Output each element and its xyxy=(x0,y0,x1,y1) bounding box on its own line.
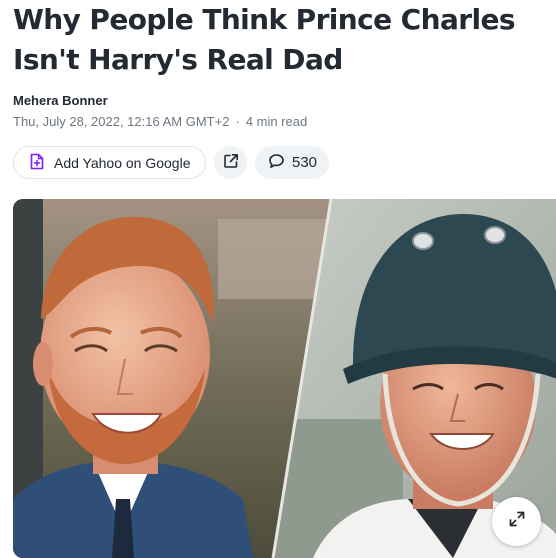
article-hero-image[interactable] xyxy=(13,199,556,558)
comment-count: 530 xyxy=(292,154,318,171)
publish-date: Thu, July 28, 2022, 12:16 AM GMT+2 xyxy=(13,114,230,129)
read-time: 4 min read xyxy=(245,114,308,129)
share-icon xyxy=(223,153,239,172)
speech-bubble-icon xyxy=(268,153,285,172)
expand-arrows-icon xyxy=(508,510,526,533)
add-yahoo-label: Add Yahoo on Google xyxy=(54,154,191,171)
article-actions: Add Yahoo on Google 530 xyxy=(13,146,329,179)
meta-separator: · xyxy=(235,114,240,129)
author-name[interactable]: Mehera Bonner xyxy=(13,93,108,108)
article-headline: Why People Think Prince Charles Isn't Ha… xyxy=(13,3,516,76)
add-document-icon xyxy=(30,153,44,173)
add-yahoo-on-google-button[interactable]: Add Yahoo on Google xyxy=(13,146,206,179)
comments-button[interactable]: 530 xyxy=(255,146,329,179)
share-button[interactable] xyxy=(214,146,247,179)
expand-image-button[interactable] xyxy=(492,497,541,546)
article-meta: Thu, July 28, 2022, 12:16 AM GMT+2 · 4 min… xyxy=(13,114,307,129)
